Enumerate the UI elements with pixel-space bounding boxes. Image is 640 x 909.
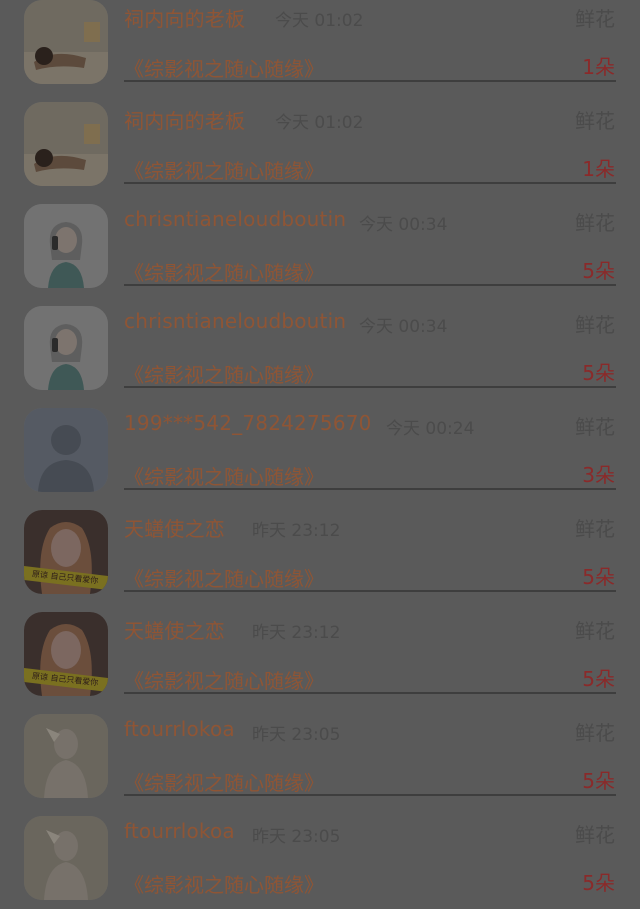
gift-record-row[interactable]: 199***542_7824275670 今天 00:24 鲜花 《综影视之随心… [0, 399, 640, 501]
avatar-man-sketch-icon[interactable] [24, 714, 108, 798]
avatar-girl-phone-illustration-icon[interactable] [24, 306, 108, 390]
gift-time: 今天 00:24 [386, 419, 475, 439]
gift-record-row[interactable]: chrisntianeloudboutin 今天 00:34 鲜花 《综影视之随… [0, 195, 640, 297]
gift-time: 今天 01:02 [275, 11, 364, 31]
work-title[interactable]: 《综影视之随心随缘》 [124, 53, 324, 82]
gift-record-row[interactable]: chrisntianeloudboutin 今天 00:34 鲜花 《综影视之随… [0, 297, 640, 399]
gift-time: 昨天 23:05 [252, 827, 341, 847]
gift-quantity: 5朵 [582, 769, 615, 793]
gift-type: 鲜花 [575, 721, 615, 745]
gift-type: 鲜花 [575, 211, 615, 235]
gift-quantity: 1朵 [582, 157, 615, 181]
user-name[interactable]: 199***542_7824275670 [124, 411, 372, 435]
gift-time: 今天 01:02 [275, 113, 364, 133]
gift-time: 今天 00:34 [359, 215, 448, 235]
gift-type: 鲜花 [575, 823, 615, 847]
user-name[interactable]: ftourrlokoa [124, 819, 235, 843]
gift-quantity: 3朵 [582, 463, 615, 487]
avatar-girl-phone-illustration-icon[interactable] [24, 204, 108, 288]
gift-type: 鲜花 [575, 619, 615, 643]
gift-record-row[interactable]: 祠内向的老板 今天 01:02 鲜花 《综影视之随心随缘》 1朵 [0, 93, 640, 195]
gift-type: 鲜花 [575, 109, 615, 133]
user-name[interactable]: 天蟮使之恋 [124, 513, 225, 542]
gift-record-row[interactable]: 原谅 自己只看爱你 天蟮使之恋 昨天 23:12 鲜花 《综影视之随心随缘》 5… [0, 501, 640, 603]
gift-time: 昨天 23:12 [252, 623, 341, 643]
work-title[interactable]: 《综影视之随心随缘》 [124, 257, 324, 286]
row-divider [124, 488, 616, 490]
gift-time: 昨天 23:12 [252, 521, 341, 541]
avatar-sleeping-cartoon-icon[interactable] [24, 102, 108, 186]
row-divider [124, 386, 616, 388]
row-divider [124, 284, 616, 286]
row-divider [124, 794, 616, 796]
work-title[interactable]: 《综影视之随心随缘》 [124, 767, 324, 796]
avatar-man-sketch-icon[interactable] [24, 816, 108, 900]
user-name[interactable]: chrisntianeloudboutin [124, 309, 346, 333]
user-name[interactable]: ftourrlokoa [124, 717, 235, 741]
gift-time: 今天 00:34 [359, 317, 448, 337]
avatar-girl-photo-banner-icon[interactable]: 原谅 自己只看爱你 [24, 510, 108, 594]
row-divider [124, 590, 616, 592]
gift-type: 鲜花 [575, 415, 615, 439]
work-title[interactable]: 《综影视之随心随缘》 [124, 359, 324, 388]
gift-quantity: 5朵 [582, 259, 615, 283]
gift-quantity: 5朵 [582, 871, 615, 895]
gift-record-row[interactable]: ftourrlokoa 昨天 23:05 鲜花 《综影视之随心随缘》 5朵 [0, 705, 640, 807]
work-title[interactable]: 《综影视之随心随缘》 [124, 869, 324, 898]
avatar-sleeping-cartoon-icon[interactable] [24, 0, 108, 84]
work-title[interactable]: 《综影视之随心随缘》 [124, 665, 324, 694]
user-name[interactable]: 天蟮使之恋 [124, 615, 225, 644]
gift-type: 鲜花 [575, 313, 615, 337]
gift-type: 鲜花 [575, 517, 615, 541]
gift-record-row[interactable]: ftourrlokoa 昨天 23:05 鲜花 《综影视之随心随缘》 5朵 [0, 807, 640, 909]
gift-record-row[interactable]: 原谅 自己只看爱你 天蟮使之恋 昨天 23:12 鲜花 《综影视之随心随缘》 5… [0, 603, 640, 705]
work-title[interactable]: 《综影视之随心随缘》 [124, 563, 324, 592]
work-title[interactable]: 《综影视之随心随缘》 [124, 461, 324, 490]
avatar-default-silhouette-icon[interactable] [24, 408, 108, 492]
gift-record-list: 祠内向的老板 今天 01:02 鲜花 《综影视之随心随缘》 1朵 祠内向的老板 … [0, 0, 640, 900]
user-name[interactable]: 祠内向的老板 [124, 3, 245, 32]
gift-quantity: 5朵 [582, 361, 615, 385]
gift-type: 鲜花 [575, 7, 615, 31]
avatar-girl-photo-banner-icon[interactable]: 原谅 自己只看爱你 [24, 612, 108, 696]
row-divider [124, 182, 616, 184]
user-name[interactable]: chrisntianeloudboutin [124, 207, 346, 231]
gift-quantity: 5朵 [582, 565, 615, 589]
gift-quantity: 5朵 [582, 667, 615, 691]
gift-quantity: 1朵 [582, 55, 615, 79]
row-divider [124, 80, 616, 82]
gift-record-row[interactable]: 祠内向的老板 今天 01:02 鲜花 《综影视之随心随缘》 1朵 [0, 0, 640, 93]
work-title[interactable]: 《综影视之随心随缘》 [124, 155, 324, 184]
gift-time: 昨天 23:05 [252, 725, 341, 745]
user-name[interactable]: 祠内向的老板 [124, 105, 245, 134]
row-divider [124, 692, 616, 694]
